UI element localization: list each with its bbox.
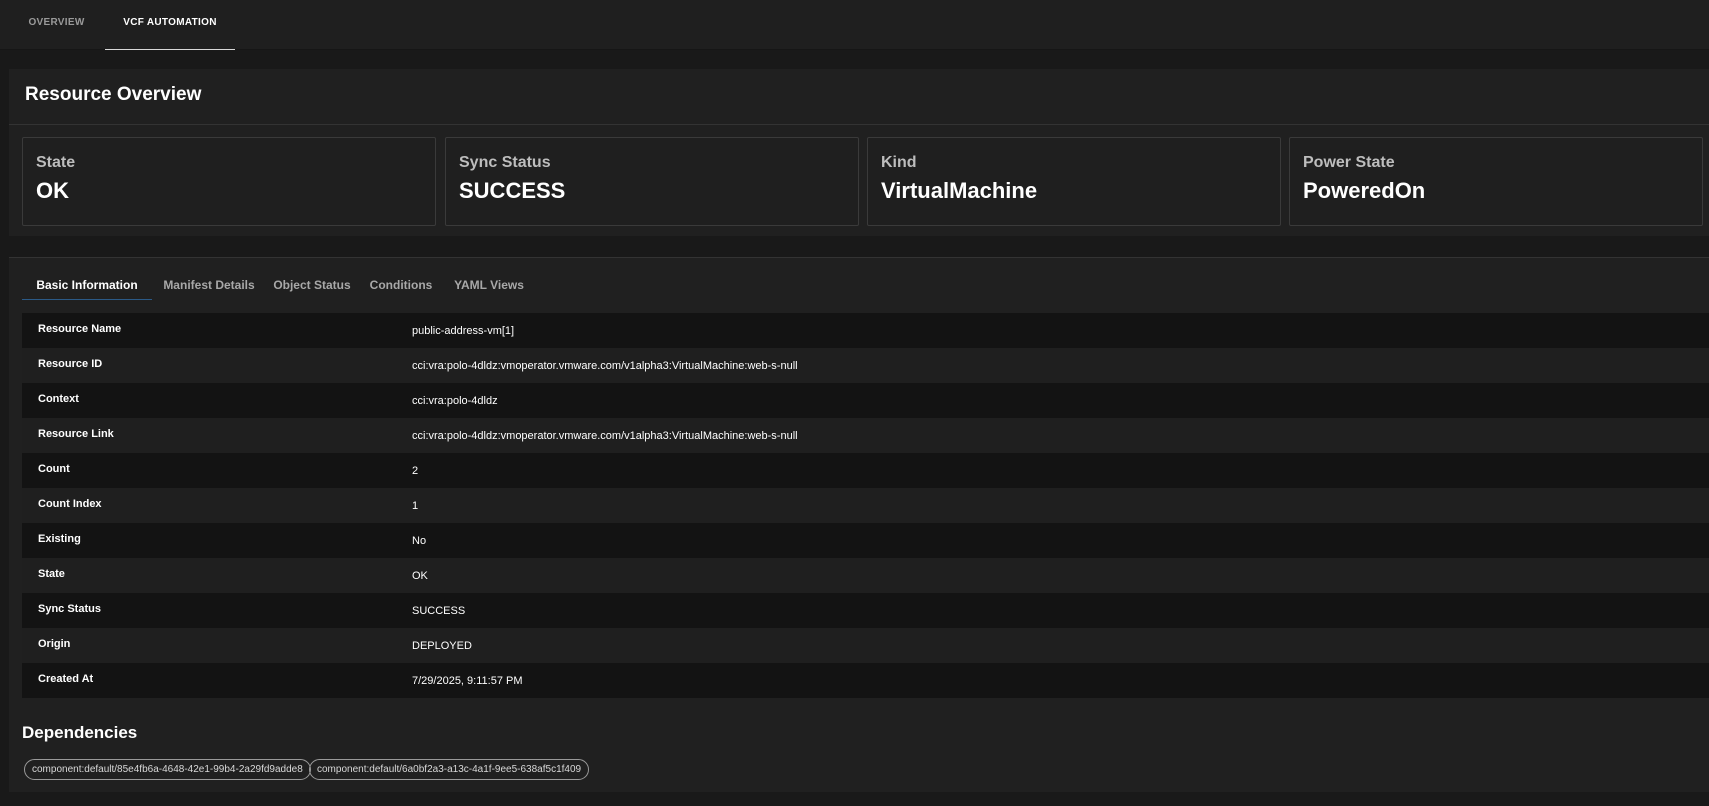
- resource-overview-panel: Resource Overview State OK Sync Status S…: [9, 69, 1709, 236]
- table-row: Context cci:vra:polo-4dldz: [22, 383, 1709, 418]
- table-row: Count Index 1: [22, 488, 1709, 523]
- card-label: Sync Status: [459, 154, 551, 171]
- row-key: Resource Link: [38, 428, 114, 440]
- table-row: State OK: [22, 558, 1709, 593]
- row-key: State: [38, 568, 65, 580]
- table-row: Origin DEPLOYED: [22, 628, 1709, 663]
- tab-vcf-automation[interactable]: VCF AUTOMATION: [105, 0, 235, 50]
- tab-object-status[interactable]: Object Status: [266, 278, 358, 300]
- row-key: Created At: [38, 673, 94, 685]
- row-value: OK: [412, 570, 428, 582]
- dependencies-title: Dependencies: [22, 723, 138, 742]
- table-row: Sync Status SUCCESS: [22, 593, 1709, 628]
- tab-conditions[interactable]: Conditions: [358, 278, 444, 300]
- dependency-chip[interactable]: component:default/85e4fb6a-4648-42e1-99b…: [24, 759, 311, 780]
- row-value: 2: [412, 465, 419, 477]
- kind-card: Kind VirtualMachine: [867, 137, 1281, 226]
- row-value: 1: [412, 500, 419, 512]
- row-value: cci:vra:polo-4dldz:vmoperator.vmware.com…: [412, 360, 798, 372]
- card-value: VirtualMachine: [881, 178, 1038, 203]
- row-value: cci:vra:polo-4dldz:vmoperator.vmware.com…: [412, 430, 798, 442]
- row-key: Count Index: [38, 498, 102, 510]
- card-value: OK: [36, 178, 69, 203]
- row-value: No: [412, 535, 427, 547]
- divider: [9, 124, 1709, 125]
- card-value: PoweredOn: [1303, 178, 1426, 203]
- details-panel: Basic Information Manifest Details Objec…: [9, 257, 1709, 792]
- row-value: public-address-vm[1]: [412, 325, 515, 337]
- card-value: SUCCESS: [459, 178, 566, 203]
- tab-manifest-details[interactable]: Manifest Details: [152, 278, 266, 300]
- card-label: State: [36, 154, 76, 171]
- row-value: SUCCESS: [412, 605, 466, 617]
- row-key: Resource Name: [38, 323, 122, 335]
- card-label: Kind: [881, 154, 917, 171]
- row-value: cci:vra:polo-4dldz: [412, 395, 498, 407]
- sync-status-card: Sync Status SUCCESS: [445, 137, 859, 226]
- top-nav: OVERVIEW VCF AUTOMATION: [0, 0, 1709, 50]
- tab-yaml-views[interactable]: YAML Views: [444, 278, 534, 300]
- tab-overview[interactable]: OVERVIEW: [0, 0, 113, 50]
- row-key: Sync Status: [38, 603, 101, 615]
- power-state-card: Power State PoweredOn: [1289, 137, 1703, 226]
- page-title: Resource Overview: [25, 84, 202, 105]
- table-row: Existing No: [22, 523, 1709, 558]
- dependency-chip[interactable]: component:default/6a0bf2a3-a13c-4a1f-9ee…: [309, 759, 590, 780]
- table-row: Resource Link cci:vra:polo-4dldz:vmopera…: [22, 418, 1709, 453]
- row-key: Count: [38, 463, 70, 475]
- table-row: Created At 7/29/2025, 9:11:57 PM: [22, 663, 1709, 698]
- state-card: State OK: [22, 137, 436, 226]
- card-label: Power State: [1303, 154, 1395, 171]
- row-key: Context: [38, 393, 79, 405]
- row-value: 7/29/2025, 9:11:57 PM: [412, 675, 523, 687]
- row-key: Existing: [38, 533, 81, 545]
- table-row: Count 2: [22, 453, 1709, 488]
- tab-basic-information[interactable]: Basic Information: [22, 278, 152, 300]
- row-key: Origin: [38, 638, 71, 650]
- table-row: Resource Name public-address-vm[1]: [22, 313, 1709, 348]
- row-key: Resource ID: [38, 358, 103, 370]
- row-value: DEPLOYED: [412, 640, 472, 652]
- table-row: Resource ID cci:vra:polo-4dldz:vmoperato…: [22, 348, 1709, 383]
